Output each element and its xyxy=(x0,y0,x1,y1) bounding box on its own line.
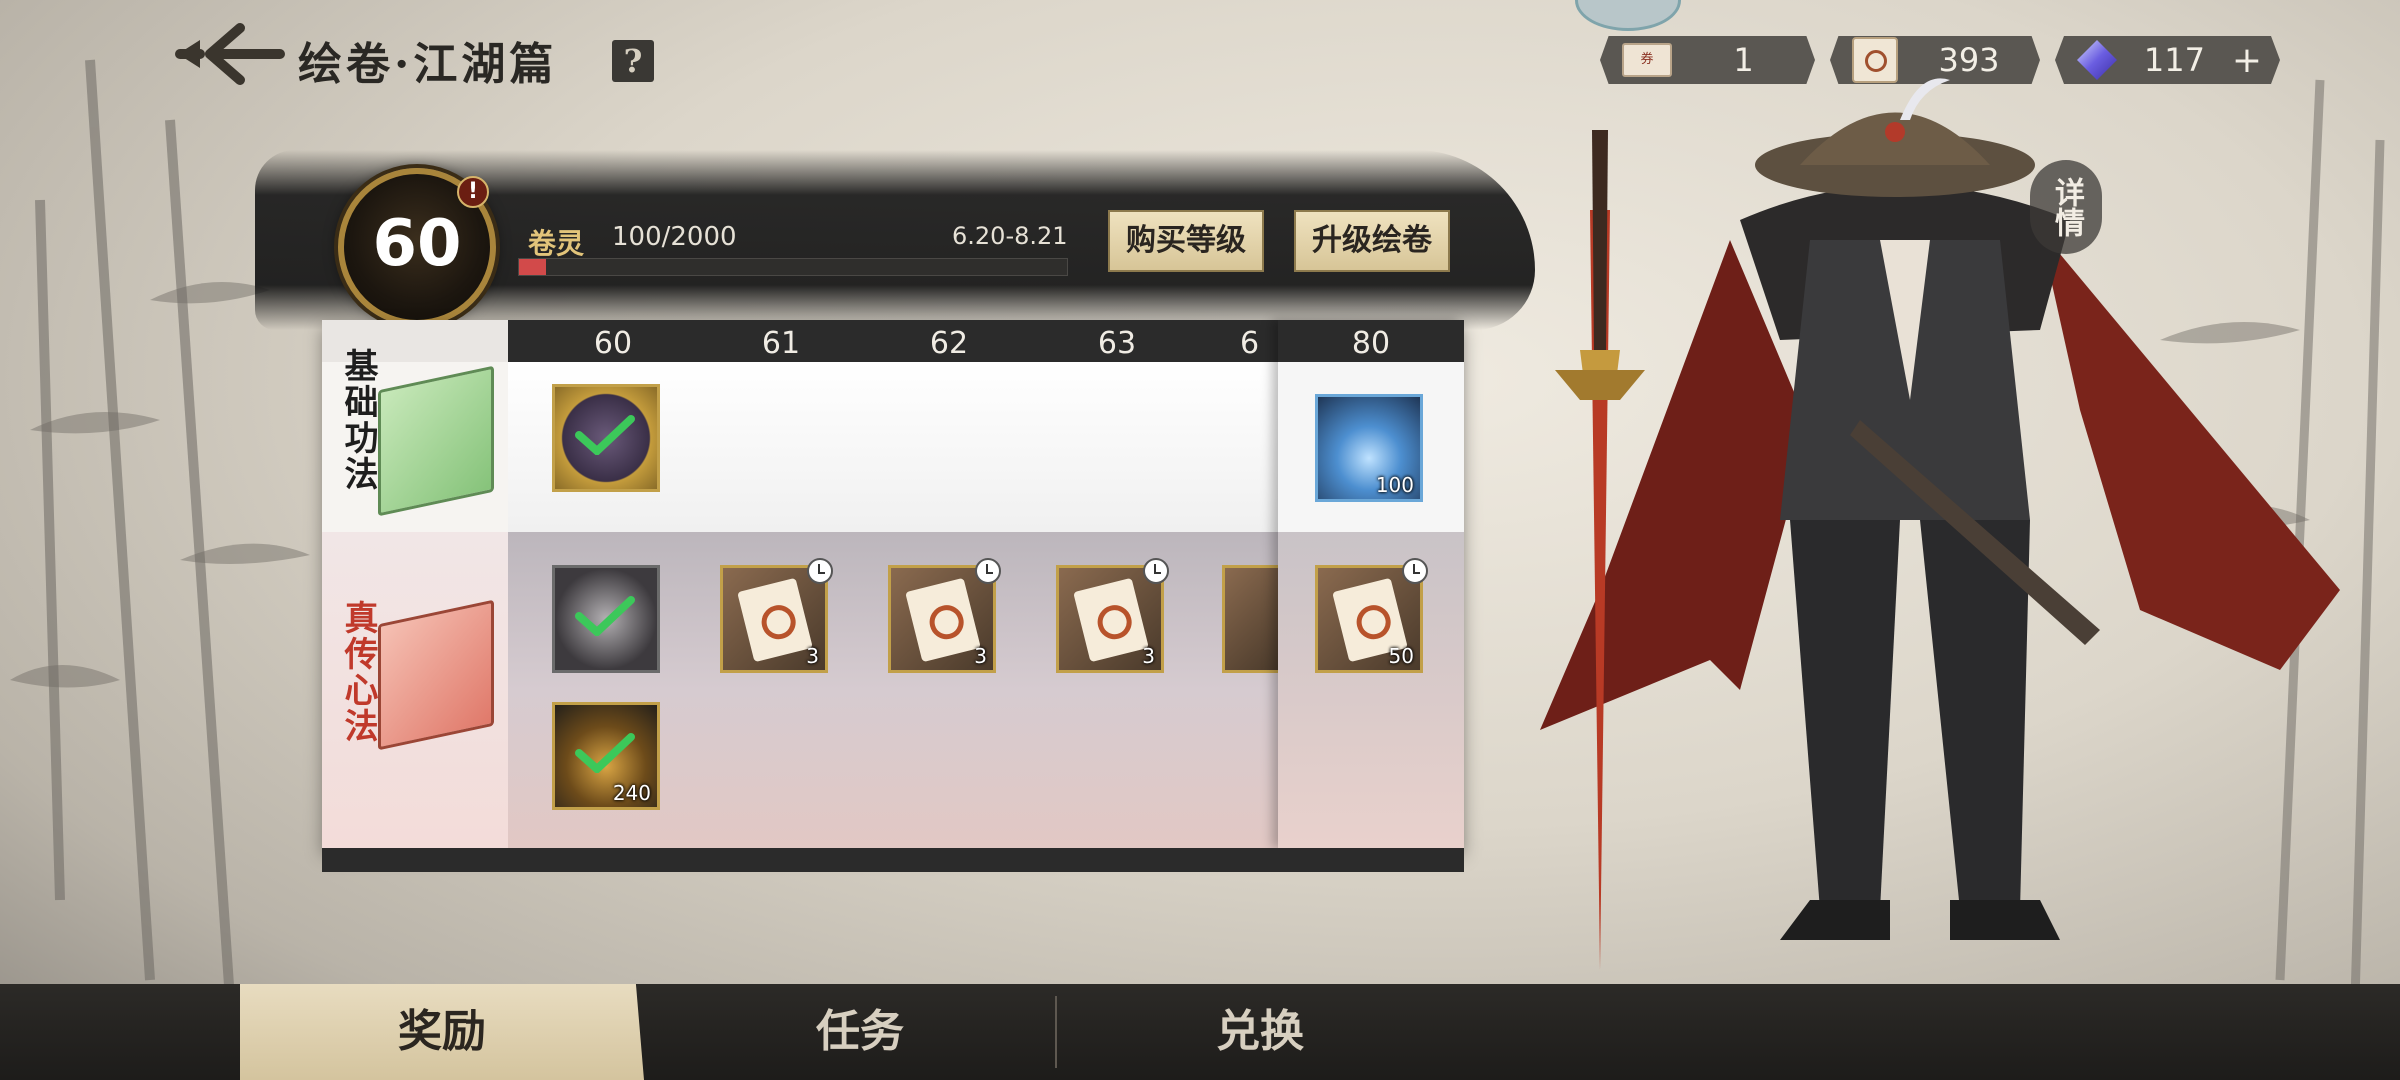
help-button[interactable]: ? xyxy=(612,40,654,82)
scroll-token-icon xyxy=(905,577,981,663)
level-alert-badge: ! xyxy=(457,176,489,208)
character-illustration xyxy=(1540,78,2340,970)
board-bottom-edge xyxy=(322,848,1464,872)
level-label: 61 xyxy=(761,326,801,361)
premium-manual-book-icon xyxy=(378,599,494,751)
reward-quantity: 100 xyxy=(1375,473,1414,497)
basic-manual-book-icon xyxy=(378,365,494,517)
milestone-level-label: 80 xyxy=(1351,326,1391,361)
reward-quantity: 240 xyxy=(612,781,651,805)
basic-tier-label: 基础功法 xyxy=(338,348,378,492)
exp-name: 卷灵 xyxy=(528,227,585,260)
level-label: 60 xyxy=(593,326,633,361)
premium-reward-partial[interactable] xyxy=(1222,565,1278,673)
top-pull-tab[interactable] xyxy=(1575,0,1681,31)
claimed-check-icon xyxy=(575,596,635,636)
season-date-range: 6.20-8.21 xyxy=(952,222,1068,250)
exp-value: 100/2000 xyxy=(612,222,737,252)
level-label: 62 xyxy=(929,326,969,361)
timer-icon xyxy=(975,558,1001,584)
premium-reward-60-material[interactable]: 240 xyxy=(552,702,660,810)
page-title: 绘卷·江湖篇 xyxy=(298,39,558,90)
claimed-check-icon xyxy=(575,415,635,455)
reward-quantity: 50 xyxy=(1388,644,1414,668)
premium-tier-label: 真传心法 xyxy=(338,600,378,744)
reward-quantity: 3 xyxy=(1142,644,1155,668)
buy-level-button[interactable]: 购买等级 xyxy=(1108,210,1264,272)
exp-progress-bar xyxy=(518,258,1068,276)
tab-exchange[interactable]: 兑换 xyxy=(1060,984,1460,1080)
exp-progress-fill xyxy=(519,259,547,275)
timer-icon xyxy=(1143,558,1169,584)
tab-task[interactable]: 任务 xyxy=(660,984,1060,1080)
level-label: 6 xyxy=(1240,326,1260,361)
premium-reward-63[interactable]: 3 xyxy=(1056,558,1169,673)
reward-quantity: 3 xyxy=(974,644,987,668)
scroll-token-icon xyxy=(737,577,813,663)
reward-quantity: 3 xyxy=(806,644,819,668)
claimed-check-icon xyxy=(575,733,635,773)
milestone-premium-reward[interactable]: 50 xyxy=(1315,558,1428,673)
back-arrow-icon[interactable] xyxy=(170,14,290,94)
premium-reward-61[interactable]: 3 xyxy=(720,558,833,673)
scroll-token-icon xyxy=(1073,577,1149,663)
timer-icon xyxy=(807,558,833,584)
upgrade-pass-button[interactable]: 升级绘卷 xyxy=(1294,210,1450,272)
premium-reward-62[interactable]: 3 xyxy=(888,558,1001,673)
tab-divider xyxy=(1055,996,1057,1068)
premium-reward-60-frame[interactable] xyxy=(552,565,660,673)
basic-reward-60[interactable] xyxy=(552,384,660,492)
milestone-basic-reward[interactable]: 100 xyxy=(1315,394,1423,502)
character-details-button[interactable]: 详情 xyxy=(2030,160,2102,254)
level-label: 63 xyxy=(1097,326,1137,361)
tab-reward[interactable]: 奖励 xyxy=(240,984,644,1080)
timer-icon xyxy=(1402,558,1428,584)
